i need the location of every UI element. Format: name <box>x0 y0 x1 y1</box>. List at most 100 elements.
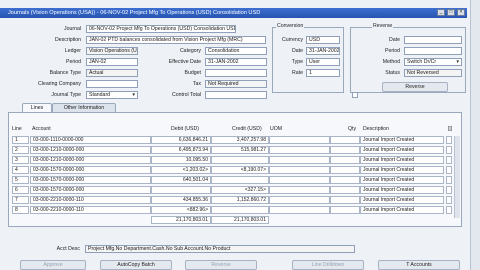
journal-type-select[interactable]: Standard ▼ <box>86 91 138 99</box>
row-description-cell[interactable]: Journal Import Created <box>360 186 444 194</box>
row-selector[interactable] <box>446 156 452 164</box>
currency-field[interactable]: USD <box>306 36 340 44</box>
row-description-cell[interactable]: Journal Import Created <box>360 206 444 214</box>
maximize-button[interactable]: □ <box>447 9 455 16</box>
row-description-cell[interactable]: Journal Import Created <box>360 156 444 164</box>
balance-type-field[interactable]: Actual <box>86 69 138 77</box>
reverse-checkbox[interactable] <box>352 92 358 98</box>
row-line-cell[interactable]: 2 <box>12 146 29 154</box>
row-line-cell[interactable]: 1 <box>12 136 29 144</box>
row-credit-cell[interactable]: 515,981.27 <box>211 146 269 154</box>
approve-button[interactable]: Approve <box>20 260 86 270</box>
row-debit-cell[interactable]: <882.96> <box>151 206 211 214</box>
reverse-status-field[interactable]: Not Reversed <box>404 69 462 77</box>
row-debit-cell[interactable]: 434,855.36 <box>151 196 211 204</box>
row-uom-cell[interactable] <box>269 196 330 204</box>
conversion-type-field[interactable]: User <box>306 58 340 66</box>
row-debit-cell[interactable]: 6,636,846.21 <box>151 136 211 144</box>
row-account-cell[interactable]: 03-000-2210-0000-110 <box>30 196 151 204</box>
row-line-cell[interactable]: 5 <box>12 176 29 184</box>
row-credit-cell[interactable] <box>211 176 269 184</box>
row-line-cell[interactable]: 7 <box>12 196 29 204</box>
row-qty-cell[interactable] <box>330 136 360 144</box>
tax-field[interactable]: Not Required <box>205 80 267 88</box>
row-uom-cell[interactable] <box>269 156 330 164</box>
row-uom-cell[interactable] <box>269 136 330 144</box>
row-debit-cell[interactable]: 6,495,873.94 <box>151 146 211 154</box>
minimize-button[interactable]: _ <box>437 9 445 16</box>
row-qty-cell[interactable] <box>330 176 360 184</box>
row-line-cell[interactable]: 3 <box>12 156 29 164</box>
description-field[interactable]: JAN-02 PTD balances consolidated from Vi… <box>86 36 266 44</box>
row-uom-cell[interactable] <box>269 146 330 154</box>
ledger-field[interactable]: Vision Operations (USA) <box>86 47 138 55</box>
row-credit-cell[interactable]: <8,190.07> <box>211 166 269 174</box>
row-credit-cell[interactable] <box>211 206 269 214</box>
row-selector[interactable] <box>446 196 452 204</box>
period-field[interactable]: JAN-02 <box>86 58 138 66</box>
row-credit-cell[interactable]: 1,152,860.72 <box>211 196 269 204</box>
budget-label: Budget <box>184 70 201 76</box>
row-uom-cell[interactable] <box>269 186 330 194</box>
row-line-cell[interactable]: 6 <box>12 186 29 194</box>
row-selector[interactable] <box>446 146 452 154</box>
close-button[interactable]: × <box>457 9 465 16</box>
row-description-cell[interactable]: Journal Import Created <box>360 166 444 174</box>
row-description-cell[interactable]: Journal Import Created <box>360 196 444 204</box>
row-credit-cell[interactable] <box>211 156 269 164</box>
row-credit-cell[interactable]: <327.15> <box>211 186 269 194</box>
row-account-cell[interactable]: 03-000-1570-0000-000 <box>30 166 151 174</box>
row-debit-cell[interactable]: 640,501.04 <box>151 176 211 184</box>
row-uom-cell[interactable] <box>269 206 330 214</box>
row-description-cell[interactable]: Journal Import Created <box>360 176 444 184</box>
reverse-button[interactable]: Reverse <box>185 260 257 270</box>
row-account-cell[interactable]: 03-000-1570-0000-000 <box>30 186 151 194</box>
row-qty-cell[interactable] <box>330 206 360 214</box>
rate-field[interactable]: 1 <box>306 69 340 77</box>
row-credit-cell[interactable]: 3,407,257.98 <box>211 136 269 144</box>
row-description-cell[interactable]: Journal Import Created <box>360 136 444 144</box>
row-account-cell[interactable]: 03-000-2210-0000-110 <box>30 206 151 214</box>
budget-field[interactable] <box>205 69 267 77</box>
effective-date-field[interactable]: 31-JAN-2002 <box>205 58 267 66</box>
row-qty-cell[interactable] <box>330 196 360 204</box>
row-debit-cell[interactable]: <1,203.02> <box>151 166 211 174</box>
row-qty-cell[interactable] <box>330 156 360 164</box>
row-account-cell[interactable]: 03-000-1110-0000-000 <box>30 136 151 144</box>
row-qty-cell[interactable] <box>330 186 360 194</box>
row-account-cell[interactable]: 03-000-1210-0000-000 <box>30 156 151 164</box>
conversion-date-field[interactable]: 31-JAN-2002 <box>306 47 340 55</box>
category-field[interactable]: Consolidation <box>205 47 267 55</box>
row-selector[interactable] <box>446 176 452 184</box>
journal-field[interactable]: 06-NOV-02 Project Mfg To Operations (USD… <box>86 25 236 33</box>
reverse-period-field[interactable] <box>404 47 462 55</box>
row-selector[interactable] <box>446 166 452 174</box>
clearing-company-field[interactable] <box>86 80 138 88</box>
row-account-cell[interactable]: 03-000-1210-0000-000 <box>30 146 151 154</box>
acct-desc-field[interactable]: Project Mfg.No Department.Cash.No Sub Ac… <box>85 245 355 253</box>
lines-scrollbar[interactable] <box>454 136 460 218</box>
t-accounts-button[interactable]: T Accounts <box>378 260 460 270</box>
row-selector[interactable] <box>446 136 452 144</box>
row-debit-cell[interactable] <box>151 186 211 194</box>
autocopy-batch-button[interactable]: AutoCopy Batch <box>100 260 172 270</box>
window-scrollbar[interactable] <box>470 0 480 270</box>
row-debit-cell[interactable]: 10,095.50 <box>151 156 211 164</box>
row-selector[interactable] <box>446 206 452 214</box>
tab-other-information[interactable]: Other Information <box>52 103 116 112</box>
row-line-cell[interactable]: 4 <box>12 166 29 174</box>
reverse-method-select[interactable]: Switch Dr/Cr ▼ <box>404 58 462 66</box>
row-uom-cell[interactable] <box>269 176 330 184</box>
folder-icon[interactable]: [|] <box>446 126 454 133</box>
row-account-cell[interactable]: 03-000-1570-0000-000 <box>30 176 151 184</box>
row-uom-cell[interactable] <box>269 166 330 174</box>
reverse-date-field[interactable] <box>404 36 462 44</box>
reverse-header-button[interactable]: Reverse <box>382 82 448 92</box>
line-drilldown-button[interactable]: Line Drilldown <box>292 260 364 270</box>
row-description-cell[interactable]: Journal Import Created <box>360 146 444 154</box>
row-line-cell[interactable]: 8 <box>12 206 29 214</box>
control-total-field[interactable] <box>205 91 267 99</box>
row-qty-cell[interactable] <box>330 166 360 174</box>
row-selector[interactable] <box>446 186 452 194</box>
row-qty-cell[interactable] <box>330 146 360 154</box>
